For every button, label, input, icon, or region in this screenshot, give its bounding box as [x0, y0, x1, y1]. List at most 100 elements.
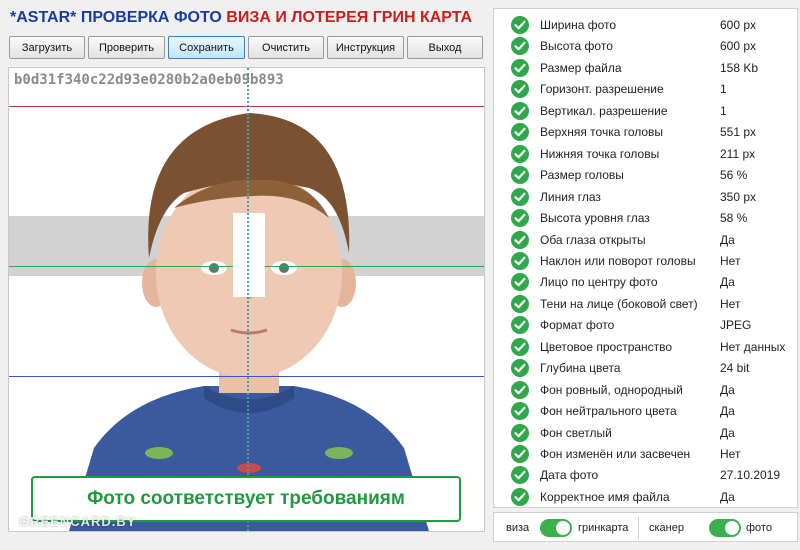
check-row: Фон ровный, однородный Да — [494, 379, 799, 400]
check-row: Фон нейтрального цвета Да — [494, 400, 799, 421]
check-label: Глубина цвета — [540, 361, 621, 376]
check-value: 350 px — [720, 189, 757, 204]
check-value: 24 bit — [720, 361, 750, 376]
check-circle-icon — [511, 16, 529, 34]
check-circle-icon — [511, 423, 529, 442]
check-row: Ширина фото 600 px — [494, 14, 799, 35]
check-value: Нет — [720, 296, 741, 311]
check-row: Наклон или поворот головы Нет — [494, 250, 799, 271]
check-value: Да — [720, 232, 735, 247]
check-label: Корректное имя файла — [540, 489, 670, 504]
check-label: Лицо по центру фото — [540, 275, 658, 290]
check-circle-icon — [511, 187, 529, 206]
toggle-photo-label: фото — [746, 522, 772, 534]
check-value: Нет данных — [720, 339, 786, 354]
center-line — [247, 68, 249, 531]
check-circle-icon — [511, 380, 529, 399]
toggle-greencard-label: гринкарта — [578, 522, 629, 534]
check-value: Да — [720, 489, 735, 504]
check-label: Линия глаз — [540, 189, 601, 204]
check-circle-icon — [511, 80, 529, 99]
watermark: GREENCARD.BY — [19, 514, 137, 529]
check-row: Верхняя точка головы 551 px — [494, 121, 799, 142]
check-value: 600 px — [720, 39, 757, 54]
check-circle-icon — [511, 402, 529, 421]
eye-level-marker — [233, 213, 265, 297]
check-row: Размер файла 158 Kb — [494, 57, 799, 78]
check-circle-icon — [511, 209, 529, 228]
instruction-button[interactable]: Инструкция — [327, 36, 404, 59]
check-button[interactable]: Проверить — [88, 36, 165, 59]
toggle-knob — [725, 521, 739, 535]
check-circle-icon — [511, 487, 529, 506]
check-label: Размер головы — [540, 168, 624, 183]
check-row: Дата фото 27.10.2019 — [494, 464, 799, 485]
check-label: Фон светлый — [540, 425, 612, 440]
check-circle-icon — [511, 359, 529, 378]
check-row: Глубина цвета 24 bit — [494, 357, 799, 378]
check-value: 56 % — [720, 168, 748, 183]
save-button[interactable]: Сохранить — [168, 36, 245, 59]
check-value: Да — [720, 275, 735, 290]
check-row: Корректное имя файла Да — [494, 486, 799, 507]
app-title-part2: ВИЗА И ЛОТЕРЕЯ ГРИН КАРТА — [226, 9, 473, 26]
check-value: 27.10.2019 — [720, 468, 781, 483]
check-value: Да — [720, 382, 735, 397]
check-label: Высота уровня глаз — [540, 211, 650, 226]
check-row: Тени на лице (боковой свет) Нет — [494, 293, 799, 314]
scanner-photo-toggle[interactable] — [709, 519, 741, 537]
check-label: Тени на лице (боковой свет) — [540, 296, 698, 311]
check-circle-icon — [511, 294, 529, 313]
checks-panel: Ширина фото 600 px Высота фото 600 px Размер… — [493, 8, 798, 508]
load-button[interactable]: Загрузить — [9, 36, 85, 59]
check-label: Фон изменён или засвечен — [540, 447, 691, 461]
check-label: Горизонт. разрешение — [540, 82, 664, 97]
check-value: Да — [720, 404, 735, 419]
check-circle-icon — [511, 337, 529, 356]
check-value: 58 % — [720, 211, 748, 226]
check-circle-icon — [511, 273, 529, 292]
check-circle-icon — [511, 37, 529, 56]
check-row: Вертикал. разрешение 1 — [494, 100, 799, 121]
check-label: Фон нейтрального цвета — [540, 404, 677, 419]
check-circle-icon — [511, 466, 529, 485]
file-hash: b0d31f340c22d93e0280b2a0eb09b893 — [14, 72, 284, 88]
check-circle-icon — [511, 123, 529, 142]
clear-button[interactable]: Очистить — [248, 36, 324, 59]
check-label: Дата фото — [540, 468, 599, 483]
photo-preview: b0d31f340c22d93e0280b2a0eb09b893 Фото со… — [8, 67, 485, 532]
check-value: Да — [720, 425, 735, 440]
check-label: Цветовое пространство — [540, 339, 673, 354]
check-row: Линия глаз 350 px — [494, 186, 799, 207]
check-circle-icon — [511, 144, 529, 163]
toggle-scanner-label: сканер — [649, 522, 684, 534]
check-label: Размер файла — [540, 60, 622, 75]
check-value: 1 — [720, 82, 727, 97]
check-row: Размер головы 56 % — [494, 164, 799, 185]
check-row: Нижняя точка головы 211 px — [494, 143, 799, 164]
toggle-visa-label: виза — [506, 522, 530, 534]
check-label: Наклон или поворот головы — [540, 253, 696, 268]
check-label: Верхняя точка головы — [540, 125, 664, 140]
check-row: Оба глаза открыты Да — [494, 229, 799, 250]
check-value: 600 px — [720, 18, 757, 32]
check-circle-icon — [511, 230, 529, 249]
visa-greencard-toggle[interactable] — [540, 519, 572, 537]
check-value: 551 px — [720, 125, 757, 140]
check-circle-icon — [511, 316, 529, 335]
check-circle-icon — [511, 166, 529, 185]
check-label: Высота фото — [540, 39, 613, 54]
app-title: *ASTAR* ПРОВЕРКА ФОТО ВИЗА И ЛОТЕРЕЯ ГРИ… — [10, 9, 472, 27]
toggle-divider — [638, 517, 639, 539]
exit-button[interactable]: Выход — [407, 36, 483, 59]
check-circle-icon — [511, 58, 529, 77]
check-value: 1 — [720, 103, 727, 118]
check-circle-icon — [511, 251, 529, 270]
check-row: Фон изменён или засвечен Нет — [494, 443, 799, 464]
check-row: Формат фото JPEG — [494, 314, 799, 335]
check-label: Нижняя точка головы — [540, 146, 660, 161]
check-label: Формат фото — [540, 318, 615, 333]
check-value: 158 Kb — [720, 60, 759, 75]
check-row: Горизонт. разрешение 1 — [494, 78, 799, 99]
check-label: Оба глаза открыты — [540, 232, 646, 247]
